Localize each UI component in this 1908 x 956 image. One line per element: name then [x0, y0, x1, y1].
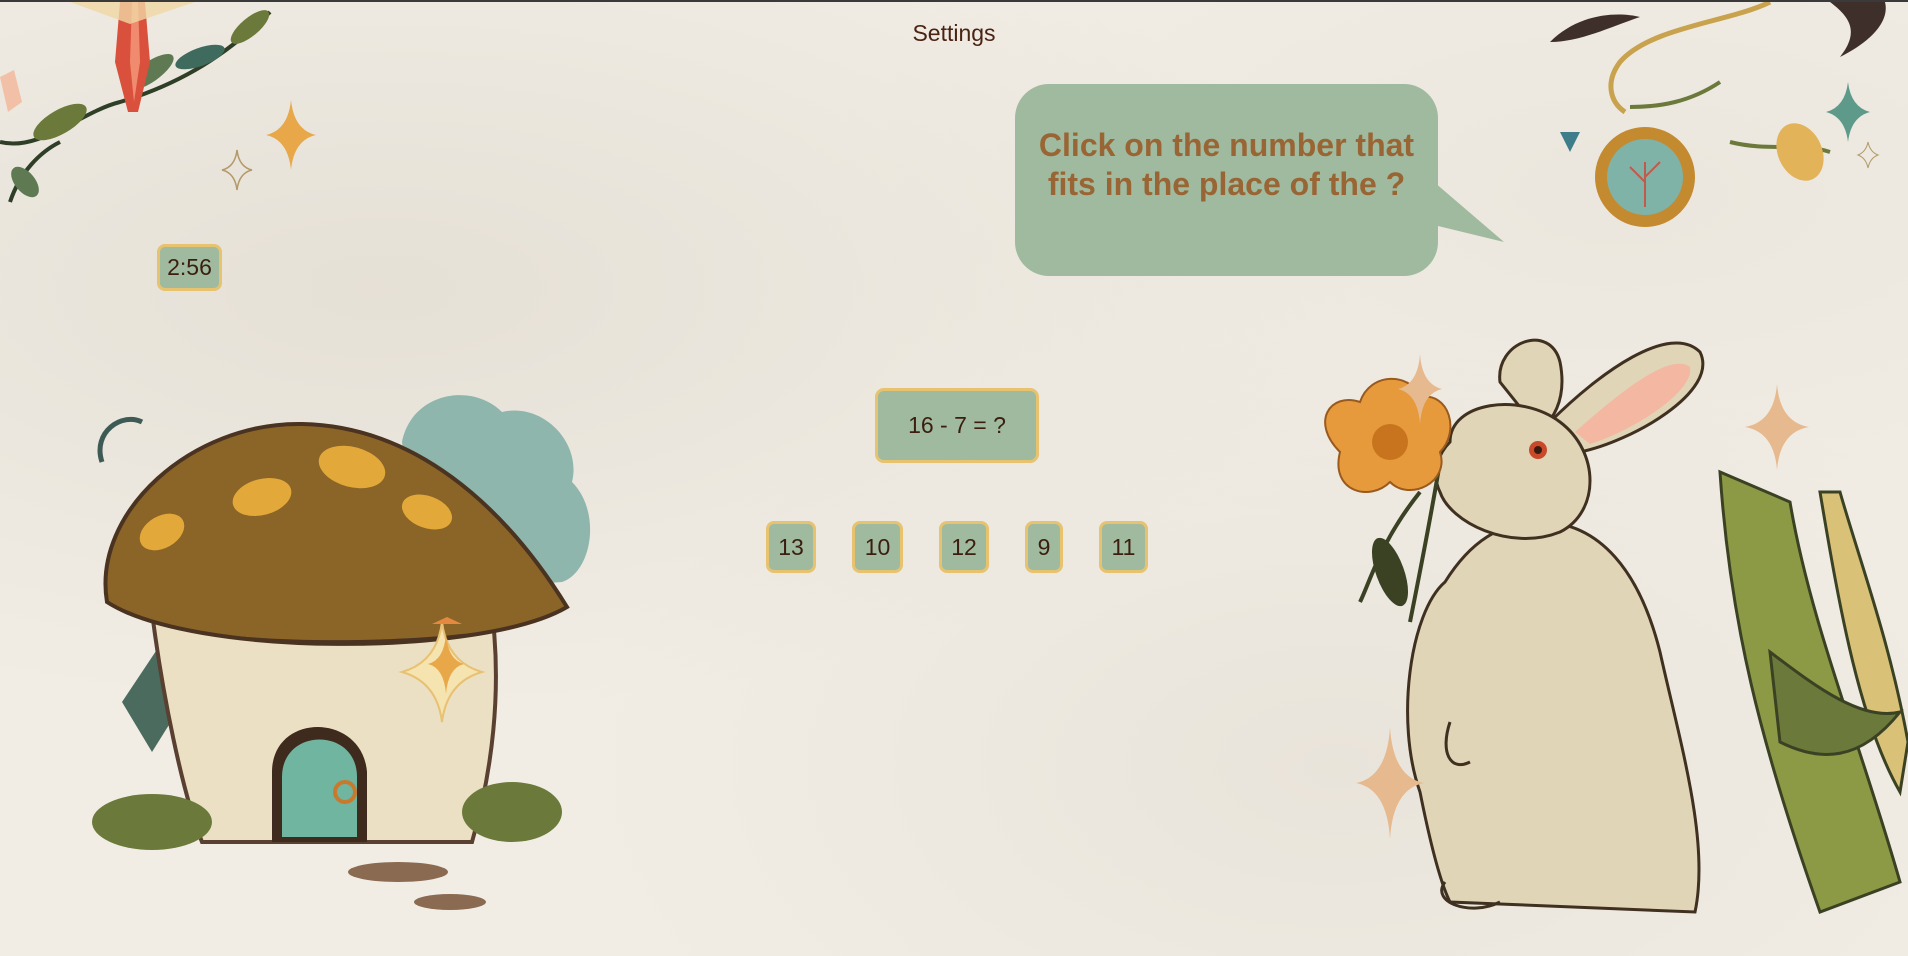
settings-link[interactable]: Settings	[0, 20, 1908, 47]
sparkle-icon	[266, 100, 316, 170]
mushroom-house-icon	[92, 395, 591, 910]
game-screen: Settings 2:56 Click on the number that f…	[0, 0, 1908, 956]
answer-option-2[interactable]: 10	[852, 521, 903, 573]
sparkle-icon	[428, 634, 464, 694]
speech-bubble-tail	[1434, 182, 1504, 242]
answer-option-3[interactable]: 12	[939, 521, 989, 573]
answer-option-4[interactable]: 9	[1025, 521, 1063, 573]
instruction-speech-bubble: Click on the number that fits in the pla…	[1015, 84, 1438, 276]
sparkle-icon	[1745, 384, 1809, 470]
answer-option-1[interactable]: 13	[766, 521, 816, 573]
instruction-text: Click on the number that fits in the pla…	[1038, 127, 1415, 202]
sparkle-icon	[1356, 727, 1424, 839]
answer-option-5[interactable]: 11	[1099, 521, 1148, 573]
sparkle-icon	[1398, 354, 1442, 424]
sparkle-icon	[221, 149, 253, 191]
countdown-timer: 2:56	[157, 244, 222, 291]
math-question: 16 - 7 = ?	[875, 388, 1039, 463]
